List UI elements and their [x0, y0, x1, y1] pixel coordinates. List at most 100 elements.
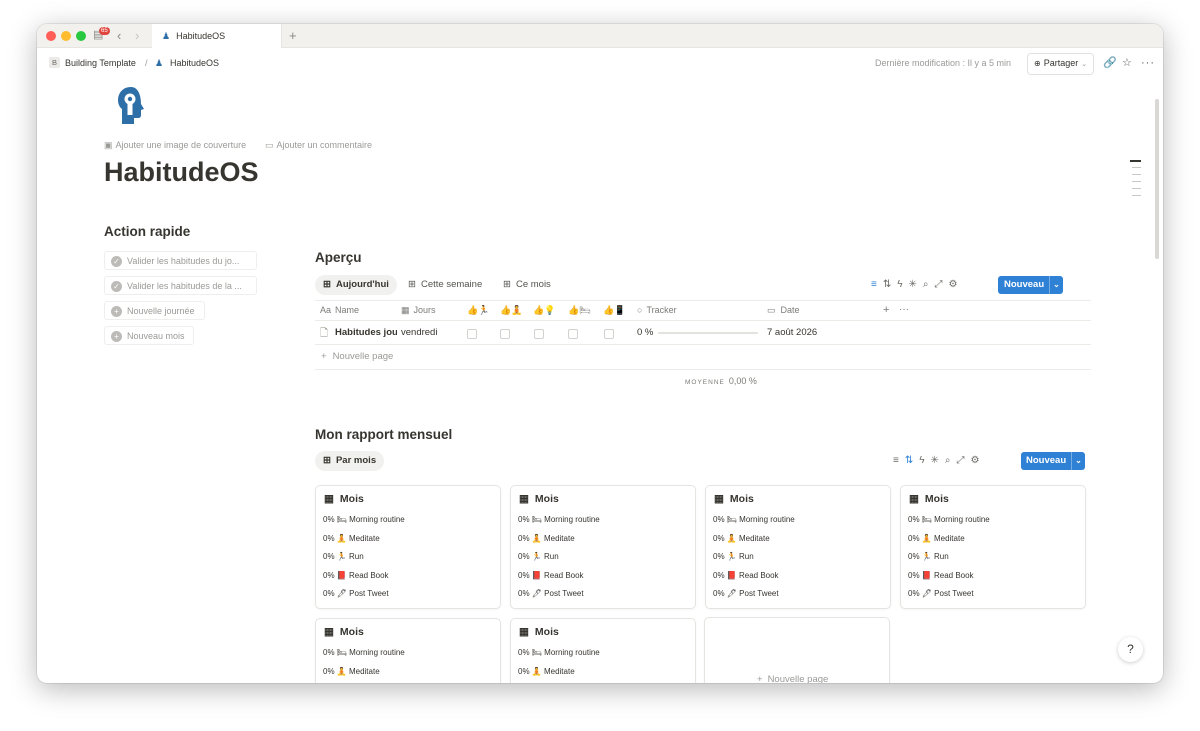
average-summary[interactable]: MOYENNE 0,00 % — [685, 376, 757, 386]
new-tab-button[interactable]: + — [289, 29, 297, 42]
column-name[interactable]: Aa Name — [320, 304, 359, 316]
forward-icon[interactable]: › — [135, 29, 139, 42]
habit-checkbox[interactable] — [568, 329, 578, 339]
card-habit-line: 0% 🧘 Meditate — [713, 533, 770, 543]
table-of-contents[interactable] — [1130, 160, 1141, 196]
more-icon[interactable]: ··· — [899, 304, 909, 316]
quick-action-new-month[interactable]: + Nouveau mois — [104, 326, 194, 345]
new-page-row[interactable]: + Nouvelle page — [321, 351, 393, 362]
link-icon[interactable]: 🔗 — [1103, 57, 1117, 69]
calendar-icon: ▦ — [401, 305, 410, 315]
tab-today[interactable]: ⊞ Aujourd'hui — [315, 275, 397, 295]
page-icon[interactable] — [113, 84, 149, 128]
month-card[interactable]: ▦ Mois 0% 🛏 Morning routine 0% 🧘 Meditate 0%… — [705, 485, 891, 609]
help-button[interactable]: ? — [1118, 637, 1143, 662]
tab-this-month[interactable]: ⊞ Ce mois — [495, 275, 559, 295]
month-card[interactable]: ▦ Mois 0% 🛏 Morning routine 0% 🧘 Meditate — [315, 618, 501, 683]
thumbs-up-icon: 👍 — [533, 305, 545, 315]
card-habit-line: 0% 🛏 Morning routine — [518, 648, 600, 657]
column-habit-1[interactable]: 👍🏃 — [467, 304, 489, 316]
column-habit-4[interactable]: 👍🛏 — [568, 304, 591, 316]
scrollbar[interactable] — [1155, 99, 1159, 259]
table-row[interactable]: 🗋 Habitudes jour vendredi 0 % 7 août 202… — [315, 321, 1091, 345]
sparkle-icon[interactable]: ✳ — [931, 455, 939, 466]
globe-icon: ⊕ — [1034, 59, 1041, 68]
habit-checkbox[interactable] — [604, 329, 614, 339]
add-cover-button[interactable]: ▣ Ajouter une image de couverture — [104, 140, 246, 151]
sort-icon[interactable]: ⇅ — [883, 279, 891, 290]
lightning-icon[interactable]: ϟ — [919, 455, 924, 466]
add-column-icon[interactable]: + — [883, 304, 889, 316]
filter-icon[interactable]: ≡ — [871, 279, 877, 290]
card-habit-line: 0% 🖊 Post Tweet — [518, 589, 584, 598]
row-name[interactable]: Habitudes jour — [335, 327, 397, 338]
page-title[interactable]: HabitudeOS — [104, 157, 259, 188]
expand-icon[interactable]: ⤢ — [957, 455, 965, 466]
breadcrumb-page[interactable]: HabitudeOS — [170, 57, 219, 69]
card-habit-line: 0% 🛏 Morning routine — [518, 515, 600, 524]
breadcrumb-separator: / — [145, 58, 148, 68]
zoom-window-button[interactable] — [76, 31, 86, 41]
new-page-card[interactable]: + Nouvelle page — [704, 617, 890, 683]
habit-checkbox[interactable] — [500, 329, 510, 339]
calendar-icon: ▦ — [714, 493, 724, 505]
page-icon: 🗋 — [320, 328, 329, 339]
thumbs-up-icon: 👍 — [568, 305, 580, 315]
card-title: ▦ Mois — [714, 493, 754, 505]
head-icon — [118, 87, 144, 124]
breadcrumb-workspace[interactable]: Building Template — [65, 57, 136, 69]
apercu-new-button[interactable]: Nouveau ⌄ — [998, 276, 1063, 294]
star-icon[interactable]: ☆ — [1122, 57, 1132, 69]
thumbs-up-icon: 👍 — [603, 305, 615, 315]
rapport-new-button[interactable]: Nouveau ⌄ — [1021, 452, 1085, 470]
back-icon[interactable]: ‹ — [117, 29, 121, 42]
card-habit-line: 0% 🛏 Morning routine — [323, 515, 405, 524]
row-date: 7 août 2026 — [767, 327, 818, 338]
check-circle-icon: ✓ — [111, 256, 122, 267]
chevron-down-icon[interactable]: ⌄ — [1049, 276, 1063, 294]
card-habit-line: 0% 🖊 Post Tweet — [323, 589, 389, 598]
expand-icon[interactable]: ⤢ — [935, 279, 943, 290]
tab-par-mois[interactable]: ⊞ Par mois — [315, 451, 385, 471]
filter-icon[interactable]: ≡ — [893, 455, 899, 466]
table-icon: ⊞ — [408, 279, 416, 290]
quick-action-validate-week[interactable]: ✓ Valider les habitudes de la ... — [104, 276, 257, 295]
sparkle-icon[interactable]: ✳ — [909, 279, 917, 290]
lightning-icon[interactable]: ϟ — [897, 279, 902, 290]
tab-title: HabitudeOS — [176, 31, 226, 41]
table-icon: ⊞ — [503, 279, 511, 290]
tab-habitudeos[interactable]: ♟ HabitudeOS — [152, 24, 282, 48]
settings-icon[interactable]: ⚙ — [949, 279, 958, 290]
month-card[interactable]: ▦ Mois 0% 🛏 Morning routine 0% 🧘 Meditate — [510, 618, 696, 683]
column-tracker[interactable]: ○ Tracker — [637, 304, 677, 316]
quick-action-validate-day[interactable]: ✓ Valider les habitudes du jo... — [104, 251, 257, 270]
tab-this-week[interactable]: ⊞ Cette semaine — [400, 275, 490, 295]
card-habit-line: 0% 🏃 Run — [323, 552, 364, 561]
add-comment-button[interactable]: ▭ Ajouter un commentaire — [265, 140, 372, 151]
month-card[interactable]: ▦ Mois 0% 🛏 Morning routine 0% 🧘 Meditate 0%… — [900, 485, 1086, 609]
share-button[interactable]: ⊕ Partager ⌄ — [1027, 53, 1095, 75]
column-habit-2[interactable]: 👍🧘 — [500, 304, 522, 316]
close-window-button[interactable] — [46, 31, 56, 41]
settings-icon[interactable]: ⚙ — [971, 455, 980, 466]
column-habit-5[interactable]: 👍📱 — [603, 304, 625, 316]
minimize-window-button[interactable] — [61, 31, 71, 41]
column-jours[interactable]: ▦ Jours — [401, 304, 436, 316]
plus-icon: + — [321, 351, 327, 362]
search-icon[interactable]: ⌕ — [923, 279, 929, 290]
column-date[interactable]: ▭ Date — [767, 304, 800, 316]
card-habit-line: 0% 🧘 Meditate — [323, 666, 380, 676]
habit-checkbox[interactable] — [467, 329, 477, 339]
column-habit-3[interactable]: 👍💡 — [533, 304, 555, 316]
quick-action-new-day[interactable]: + Nouvelle journée — [104, 301, 205, 320]
card-habit-line: 0% 🧘 Meditate — [908, 533, 965, 543]
habit-checkbox[interactable] — [534, 329, 544, 339]
month-card[interactable]: ▦ Mois 0% 🛏 Morning routine 0% 🧘 Meditate 0%… — [510, 485, 696, 609]
plus-circle-icon: + — [111, 331, 122, 342]
search-icon[interactable]: ⌕ — [945, 455, 951, 466]
workspace-icon: B — [49, 57, 60, 68]
more-icon[interactable]: ··· — [1141, 57, 1155, 69]
month-card[interactable]: ▦ Mois 0% 🛏 Morning routine 0% 🧘 Meditate 0%… — [315, 485, 501, 609]
sort-icon[interactable]: ⇅ — [905, 455, 913, 466]
chevron-down-icon[interactable]: ⌄ — [1071, 452, 1085, 470]
